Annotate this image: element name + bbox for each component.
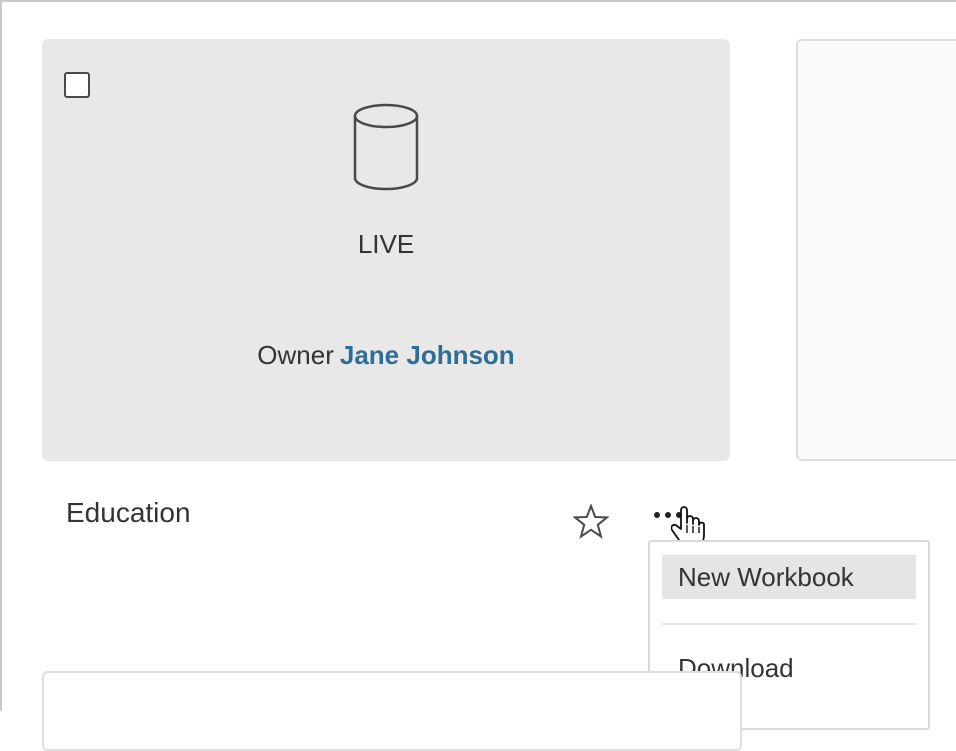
next-datasource-card[interactable] xyxy=(796,39,956,461)
datasource-card[interactable]: LIVE Owner Jane Johnson xyxy=(42,39,730,461)
owner-label: Owner xyxy=(257,340,334,370)
menu-separator xyxy=(662,623,916,625)
window-top-border xyxy=(0,0,956,2)
star-icon[interactable] xyxy=(573,504,609,540)
select-checkbox[interactable] xyxy=(64,72,90,98)
owner-name-link[interactable]: Jane Johnson xyxy=(340,340,515,370)
connection-type-label: LIVE xyxy=(357,229,415,259)
next-row-card[interactable] xyxy=(42,671,742,751)
owner-line: Owner Jane Johnson xyxy=(42,340,730,371)
database-icon xyxy=(353,103,419,191)
menu-item-new-workbook[interactable]: New Workbook xyxy=(662,555,916,599)
datasource-name[interactable]: Education xyxy=(66,497,191,529)
window-left-border xyxy=(0,0,2,711)
